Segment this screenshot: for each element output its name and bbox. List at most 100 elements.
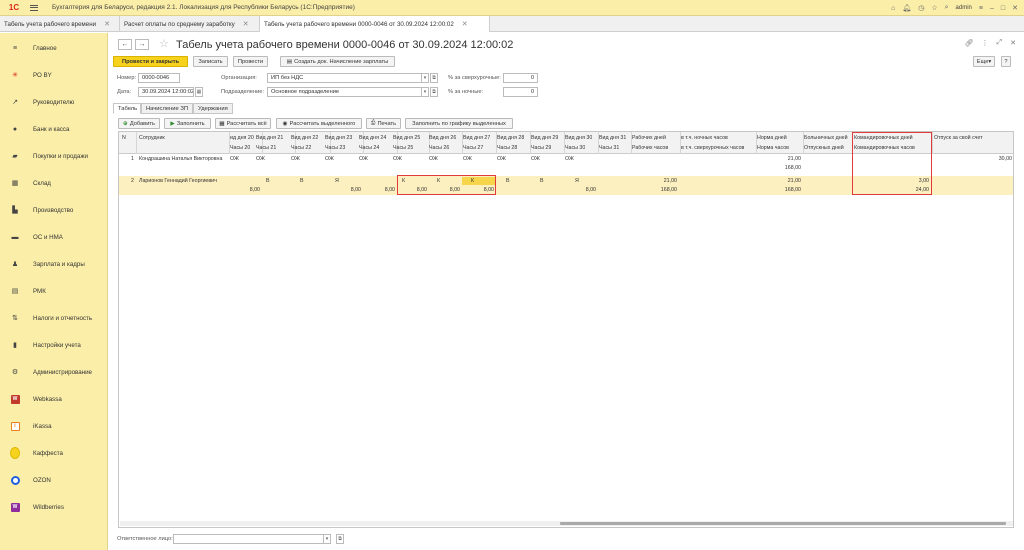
tab-average-pay[interactable]: Расчет оплаты по среднему заработку ✕ bbox=[120, 16, 260, 32]
close-tab-icon[interactable]: ✕ bbox=[243, 20, 249, 28]
sidebar-item-webkassa[interactable]: W Webkassa bbox=[0, 392, 108, 406]
row2-day23[interactable]: Я bbox=[335, 178, 339, 184]
row1-day29[interactable]: ОЖ bbox=[531, 156, 540, 162]
sidebar-item-manager[interactable]: ↗ Руководителю bbox=[0, 95, 108, 109]
row1-day23[interactable]: ОЖ bbox=[325, 156, 334, 162]
tab-deductions[interactable]: Удержания bbox=[193, 103, 233, 114]
sidebar-item-bank[interactable]: ● Банк и касса bbox=[0, 122, 108, 136]
help-button[interactable]: ? bbox=[1001, 56, 1011, 67]
open-link-icon[interactable]: ⧉ bbox=[430, 73, 438, 83]
col-header-day25[interactable]: Вид дня 25 bbox=[393, 135, 420, 141]
col-header-day20[interactable]: ид дня 20 bbox=[230, 135, 254, 141]
favorite-star-icon[interactable]: ☆ bbox=[159, 37, 169, 50]
col-header-leave[interactable]: Отпуск за свой счет bbox=[934, 135, 983, 141]
col-header-day31[interactable]: Вид дня 31 bbox=[599, 135, 626, 141]
sidebar-item-rmk[interactable]: ▤ РМК bbox=[0, 284, 108, 298]
row1-day22[interactable]: ОЖ bbox=[291, 156, 300, 162]
expand-icon[interactable]: ⤢ bbox=[997, 39, 1003, 47]
row2-n[interactable]: 2 bbox=[122, 178, 134, 184]
row2-day29[interactable]: В bbox=[540, 178, 544, 184]
sidebar-item-wildberries[interactable]: W Wildberries bbox=[0, 500, 108, 514]
tab-payroll[interactable]: Начисление ЗП bbox=[141, 103, 193, 114]
col-header-day21[interactable]: Вид дня 21 bbox=[256, 135, 283, 141]
save-button[interactable]: Записать bbox=[193, 56, 228, 67]
col-header-hours29[interactable]: Часы 29 bbox=[531, 145, 551, 151]
row1-employee[interactable]: Кондрашина Наталья Викторовна bbox=[139, 156, 227, 162]
col-header-hours23[interactable]: Часы 23 bbox=[325, 145, 345, 151]
sidebar-item-admin[interactable]: ⚙ Администрирование bbox=[0, 365, 108, 379]
calc-all-button[interactable]: ▦ Рассчитать всё bbox=[215, 118, 271, 129]
tab-timesheet[interactable]: Табель bbox=[113, 103, 141, 114]
open-link-icon[interactable]: ⧉ bbox=[336, 534, 344, 544]
row2-norm-days[interactable]: 21,00 bbox=[757, 178, 801, 184]
sidebar-item-settings[interactable]: ▮ Настройки учета bbox=[0, 338, 108, 352]
col-header-vacation[interactable]: Отпускных дней bbox=[804, 145, 851, 151]
tab-timesheet-doc[interactable]: Табель учета рабочего времени 0000-0046 … bbox=[260, 16, 490, 32]
link-icon[interactable]: 🔗︎ bbox=[965, 39, 974, 47]
col-header-employee[interactable]: Сотрудник bbox=[139, 135, 165, 141]
row2-hours20[interactable]: 8,00 bbox=[230, 187, 260, 193]
row1-n[interactable]: 1 bbox=[122, 156, 134, 162]
more-button[interactable]: Еще ▾ bbox=[973, 56, 995, 67]
post-button[interactable]: Провести bbox=[233, 56, 268, 67]
sidebar-item-main[interactable]: ≡ Главное bbox=[0, 41, 108, 55]
responsible-field[interactable] bbox=[173, 534, 331, 544]
row1-norm-hours[interactable]: 168,00 bbox=[757, 165, 801, 171]
minimize-icon[interactable]: – bbox=[990, 5, 994, 12]
scrollbar-thumb[interactable] bbox=[560, 522, 1006, 525]
col-header-hours21[interactable]: Часы 21 bbox=[256, 145, 276, 151]
col-header-hours30[interactable]: Часы 30 bbox=[565, 145, 585, 151]
col-header-day23[interactable]: Вид дня 23 bbox=[325, 135, 352, 141]
department-field[interactable]: Основное подразделение bbox=[267, 87, 429, 97]
col-header-hours28[interactable]: Часы 28 bbox=[497, 145, 517, 151]
sidebar-item-payroll[interactable]: ♟ Зарплата и кадры bbox=[0, 257, 108, 271]
col-header-norm-days[interactable]: Норма дней bbox=[757, 135, 787, 141]
row2-work-hours[interactable]: 168,00 bbox=[632, 187, 677, 193]
close-icon[interactable]: ✕ bbox=[1012, 4, 1018, 12]
row2-day30[interactable]: Я bbox=[575, 178, 579, 184]
row1-day26[interactable]: ОЖ bbox=[429, 156, 438, 162]
night-field[interactable]: 0 bbox=[503, 87, 538, 97]
close-tab-icon[interactable]: ✕ bbox=[104, 20, 110, 28]
row1-day24[interactable]: ОЖ bbox=[359, 156, 368, 162]
sidebar-item-assets[interactable]: ▬ ОС и НМА bbox=[0, 230, 108, 244]
col-header-day30[interactable]: Вид дня 30 bbox=[565, 135, 592, 141]
post-and-close-button[interactable]: Провести и закрыть bbox=[113, 56, 188, 67]
search-icon[interactable]: ⌕ bbox=[945, 4, 949, 12]
col-header-hours24[interactable]: Часы 24 bbox=[359, 145, 379, 151]
sidebar-item-production[interactable]: ▙ Производство bbox=[0, 203, 108, 217]
date-field[interactable]: 30.09.2024 12:00:02 bbox=[138, 87, 194, 97]
col-header-day24[interactable]: Вид дня 24 bbox=[359, 135, 386, 141]
col-header-day27[interactable]: Вид дня 27 bbox=[463, 135, 490, 141]
sidebar-item-warehouse[interactable]: ▦ Склад bbox=[0, 176, 108, 190]
col-header-day26[interactable]: Вид дня 26 bbox=[429, 135, 456, 141]
col-header-sick[interactable]: Больничных дней bbox=[804, 135, 851, 141]
col-header-n[interactable]: N bbox=[122, 135, 126, 141]
create-based-on-button[interactable]: ▤ Создать док. Начисление зарплаты bbox=[280, 56, 395, 67]
bell-icon[interactable]: 🔔︎ bbox=[902, 4, 911, 12]
organization-field[interactable]: ИП без НДС bbox=[267, 73, 429, 83]
row1-day20[interactable]: ОЖ bbox=[230, 156, 239, 162]
back-button[interactable]: ← bbox=[118, 39, 132, 50]
sidebar-item-ro-by[interactable]: ✳ РО BY bbox=[0, 68, 108, 82]
overtime-field[interactable]: 0 bbox=[503, 73, 538, 83]
sidebar-item-ikassa[interactable]: i iKassa bbox=[0, 419, 108, 433]
sidebar-item-ozon[interactable]: OZON bbox=[0, 473, 108, 487]
col-header-hours31[interactable]: Часы 31 bbox=[599, 145, 619, 151]
row2-day28[interactable]: В bbox=[506, 178, 510, 184]
row1-day25[interactable]: ОЖ bbox=[393, 156, 402, 162]
main-menu-icon[interactable] bbox=[30, 0, 42, 16]
col-header-hours26[interactable]: Часы 26 bbox=[429, 145, 449, 151]
close-tab-icon[interactable]: ✕ bbox=[462, 20, 468, 28]
col-header-day29[interactable]: Вид дня 29 bbox=[531, 135, 558, 141]
row2-norm-hours[interactable]: 168,00 bbox=[757, 187, 801, 193]
user-name[interactable]: admin bbox=[956, 5, 972, 11]
calendar-icon[interactable]: ▦ bbox=[195, 87, 203, 97]
horizontal-scrollbar[interactable] bbox=[120, 521, 1013, 526]
col-header-work-hours[interactable]: Рабочих часов bbox=[632, 145, 668, 151]
col-header-norm-hours[interactable]: Норма часов bbox=[757, 145, 789, 151]
calc-selected-button[interactable]: ◉ Рассчитать выделенного bbox=[276, 118, 362, 129]
col-header-overtime[interactable]: в т.ч. сверхурочных часов bbox=[681, 145, 744, 151]
row2-day22[interactable]: В bbox=[300, 178, 304, 184]
row2-day21[interactable]: В bbox=[266, 178, 270, 184]
